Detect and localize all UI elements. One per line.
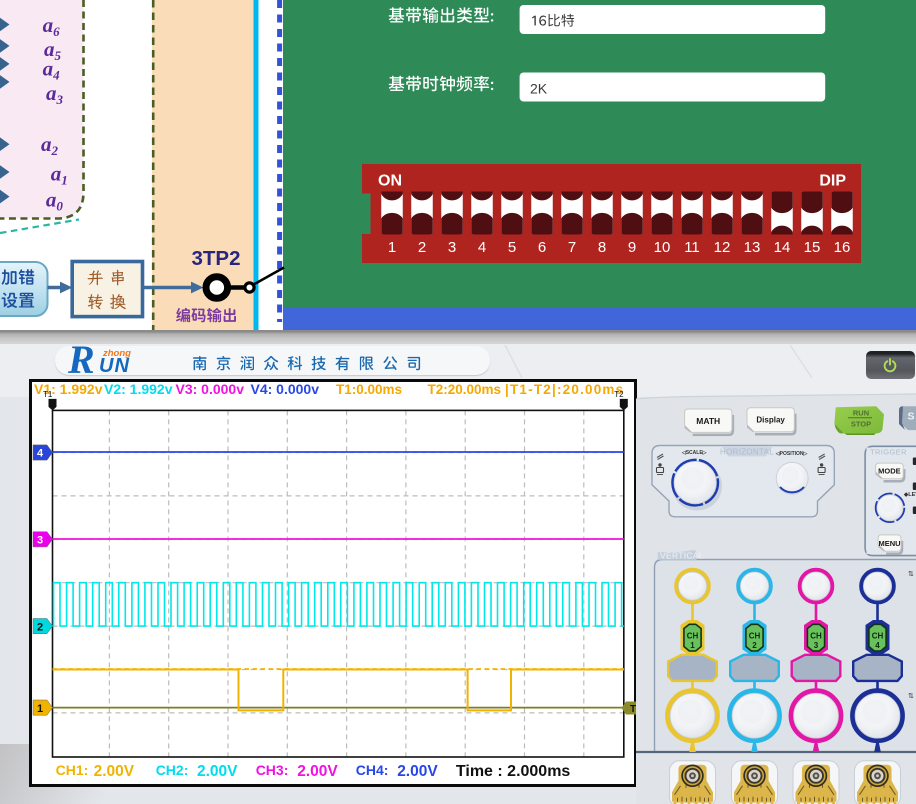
svg-text:DIP: DIP xyxy=(819,173,846,190)
svg-text:6: 6 xyxy=(538,239,546,256)
svg-text:9: 9 xyxy=(628,239,636,256)
svg-text:CH: CH xyxy=(872,632,884,641)
svg-text:V2: 1.992v: V2: 1.992v xyxy=(104,381,173,397)
svg-text:8: 8 xyxy=(598,239,606,256)
svg-text:⇅: ⇅ xyxy=(908,693,914,700)
svg-text:13: 13 xyxy=(744,239,761,256)
svg-text:14: 14 xyxy=(774,239,791,256)
svg-text:CH4:: CH4: xyxy=(356,762,389,778)
svg-text:2: 2 xyxy=(37,621,43,633)
svg-text:3: 3 xyxy=(37,535,43,547)
svg-text:V3: 0.000v: V3: 0.000v xyxy=(176,381,245,397)
svg-text:◁SCALE▷: ◁SCALE▷ xyxy=(681,450,708,456)
svg-text:◆LEV: ◆LEV xyxy=(903,491,916,498)
svg-text:T1: T1 xyxy=(43,390,53,399)
svg-text:MENU: MENU xyxy=(879,539,901,548)
svg-text:4: 4 xyxy=(37,448,44,460)
svg-text:1: 1 xyxy=(388,239,396,256)
svg-text:V4: 0.000v: V4: 0.000v xyxy=(251,381,320,397)
svg-text:HORIZONTAL: HORIZONTAL xyxy=(720,448,774,457)
svg-text:1: 1 xyxy=(37,703,43,715)
svg-text:T2:20.00ms: T2:20.00ms xyxy=(428,382,502,397)
svg-text:zhong: zhong xyxy=(102,348,131,359)
svg-text:CH: CH xyxy=(749,632,761,641)
svg-text:CH1:: CH1: xyxy=(56,762,89,778)
svg-text:10: 10 xyxy=(654,239,671,256)
svg-text:16: 16 xyxy=(834,239,851,256)
svg-text:T1:0.00ms: T1:0.00ms xyxy=(336,382,402,397)
svg-text:2.00V: 2.00V xyxy=(397,763,438,780)
svg-text:ON: ON xyxy=(378,173,402,190)
svg-text:T2: T2 xyxy=(614,390,624,399)
svg-text:2.00V: 2.00V xyxy=(94,763,135,780)
svg-text:11: 11 xyxy=(684,239,700,256)
svg-text:CH: CH xyxy=(687,632,699,641)
svg-text:7: 7 xyxy=(568,239,576,256)
svg-text:|T1-T2|:20.00ms: |T1-T2|:20.00ms xyxy=(505,382,624,397)
svg-text:CH2:: CH2: xyxy=(156,762,189,778)
svg-text:Time : 2.000ms: Time : 2.000ms xyxy=(456,763,571,780)
svg-text:3: 3 xyxy=(448,239,456,256)
svg-text:VERTICAL: VERTICAL xyxy=(660,551,704,561)
svg-text:3: 3 xyxy=(814,641,819,650)
svg-text:4: 4 xyxy=(875,641,880,650)
svg-text:MODE: MODE xyxy=(878,467,901,476)
svg-text:5: 5 xyxy=(508,239,516,256)
svg-text:RUN: RUN xyxy=(853,409,869,418)
svg-text:CH: CH xyxy=(810,632,822,641)
svg-text:2.00V: 2.00V xyxy=(297,763,338,780)
svg-text:12: 12 xyxy=(714,239,731,256)
svg-text:S: S xyxy=(907,411,914,423)
svg-text:R: R xyxy=(67,344,95,382)
svg-text:MATH: MATH xyxy=(696,416,720,426)
svg-text:◁POSITION▷: ◁POSITION▷ xyxy=(775,451,809,457)
svg-text:2K: 2K xyxy=(530,81,548,97)
svg-text:1: 1 xyxy=(690,641,695,650)
svg-text:2: 2 xyxy=(752,641,757,650)
svg-text:CH3:: CH3: xyxy=(256,762,289,778)
svg-text:4: 4 xyxy=(478,239,486,256)
svg-text:Display: Display xyxy=(756,416,785,425)
svg-text:2: 2 xyxy=(418,239,426,256)
svg-text:STOP: STOP xyxy=(851,420,871,429)
svg-text:3TP2: 3TP2 xyxy=(192,247,241,270)
svg-text:15: 15 xyxy=(804,239,821,256)
svg-text:TRIGGER: TRIGGER xyxy=(870,448,907,457)
svg-text:⇅: ⇅ xyxy=(908,571,914,578)
svg-text:2.00V: 2.00V xyxy=(197,763,238,780)
